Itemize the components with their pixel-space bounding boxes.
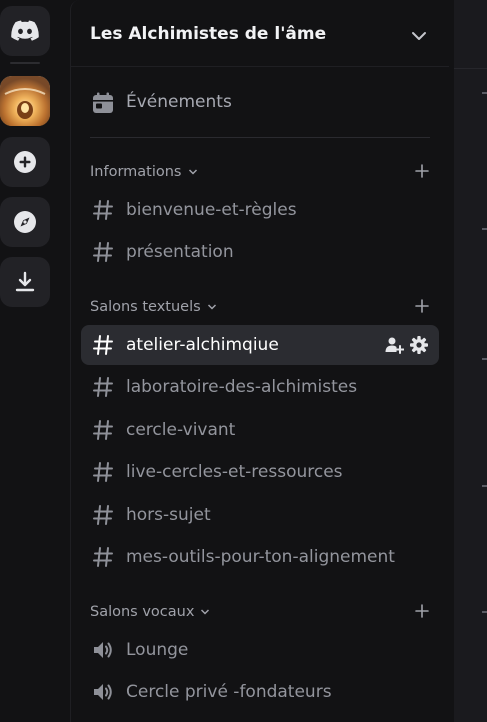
hash-icon: [92, 419, 114, 445]
download-button[interactable]: [0, 257, 50, 307]
hash-icon: [92, 546, 114, 572]
rail-separator: [10, 62, 40, 64]
add-channel-plus-icon[interactable]: [414, 298, 430, 318]
category-salons-vocaux[interactable]: Salons vocaux: [90, 602, 430, 624]
message-marker: [482, 611, 487, 613]
channel-label: bienvenue-et-règles: [126, 200, 297, 220]
chat-header-edge: [454, 0, 487, 69]
chat-pane-edge: [454, 0, 487, 722]
hash-icon: [92, 199, 114, 225]
channel-label: mes-outils-pour-ton-alignement: [126, 547, 395, 567]
channel-label: live-cercles-et-ressources: [126, 462, 343, 482]
speaker-icon: [92, 681, 114, 707]
channel-label: Lounge: [126, 640, 189, 660]
chevron-down-icon: [207, 299, 217, 315]
discover-button[interactable]: [0, 197, 50, 247]
events-label: Événements: [126, 92, 232, 112]
discord-logo-icon: [11, 20, 39, 42]
channel-label: Cercle privé -fondateurs: [126, 682, 332, 702]
calendar-icon: [91, 91, 115, 119]
channel-cercle-vivant[interactable]: cercle-vivant: [81, 410, 439, 450]
add-server-button[interactable]: [0, 137, 50, 187]
guild-header[interactable]: Les Alchimistes de l'âme: [71, 0, 449, 67]
home-button[interactable]: [0, 6, 50, 56]
channel-bienvenue-et-regles[interactable]: bienvenue-et-règles: [81, 190, 439, 230]
chevron-down-icon[interactable]: [411, 27, 427, 46]
channel-hors-sujet[interactable]: hors-sujet: [81, 495, 439, 535]
channel-label: atelier-alchimqiue: [126, 335, 279, 355]
download-icon: [13, 270, 37, 294]
channel-live-cercles-et-ressources[interactable]: live-cercles-et-ressources: [81, 452, 439, 492]
message-marker: [482, 92, 487, 94]
channel-atelier-alchimqiue[interactable]: atelier-alchimqiue: [81, 325, 439, 365]
events-link[interactable]: Événements: [81, 86, 431, 120]
chevron-down-icon: [200, 604, 210, 620]
discord-window: Les Alchimistes de l'âme Événements Info…: [0, 0, 487, 722]
add-channel-plus-icon[interactable]: [414, 163, 430, 183]
channel-presentation[interactable]: présentation: [81, 232, 439, 272]
message-marker: [482, 228, 487, 230]
hash-icon: [92, 504, 114, 530]
hash-icon: [92, 376, 114, 402]
divider: [90, 137, 430, 138]
chevron-down-icon: [188, 164, 198, 180]
invite-member-icon[interactable]: [384, 335, 405, 359]
gear-icon[interactable]: [409, 335, 429, 359]
hash-icon: [92, 461, 114, 487]
hash-icon: [92, 334, 114, 360]
server-icon[interactable]: [0, 76, 50, 126]
channel-label: cercle-vivant: [126, 420, 236, 440]
voice-channel-lounge[interactable]: Lounge: [81, 630, 439, 670]
plus-circle-icon: [13, 150, 37, 174]
channel-laboratoire-des-alchimistes[interactable]: laboratoire-des-alchimistes: [81, 367, 439, 407]
category-salons-textuels[interactable]: Salons textuels: [90, 297, 430, 319]
channel-mes-outils-pour-ton-alignement[interactable]: mes-outils-pour-ton-alignement: [81, 537, 439, 577]
speaker-icon: [92, 639, 114, 665]
guild-name: Les Alchimistes de l'âme: [90, 24, 327, 44]
category-label: Salons textuels: [90, 299, 201, 315]
voice-channel-cercle-prive-fondateurs[interactable]: Cercle privé -fondateurs: [81, 672, 439, 712]
channel-sidebar: Les Alchimistes de l'âme Événements Info…: [70, 0, 449, 722]
compass-icon: [13, 210, 37, 234]
category-label: Informations: [90, 164, 182, 180]
hash-icon: [92, 241, 114, 267]
channel-label: hors-sujet: [126, 505, 211, 525]
channel-label: laboratoire-des-alchimistes: [126, 377, 358, 397]
server-rail: [0, 0, 60, 722]
message-marker: [482, 485, 487, 487]
channel-label: présentation: [126, 242, 234, 262]
category-informations[interactable]: Informations: [90, 162, 430, 184]
message-marker: [482, 358, 487, 360]
category-label: Salons vocaux: [90, 604, 195, 620]
add-channel-plus-icon[interactable]: [414, 603, 430, 623]
